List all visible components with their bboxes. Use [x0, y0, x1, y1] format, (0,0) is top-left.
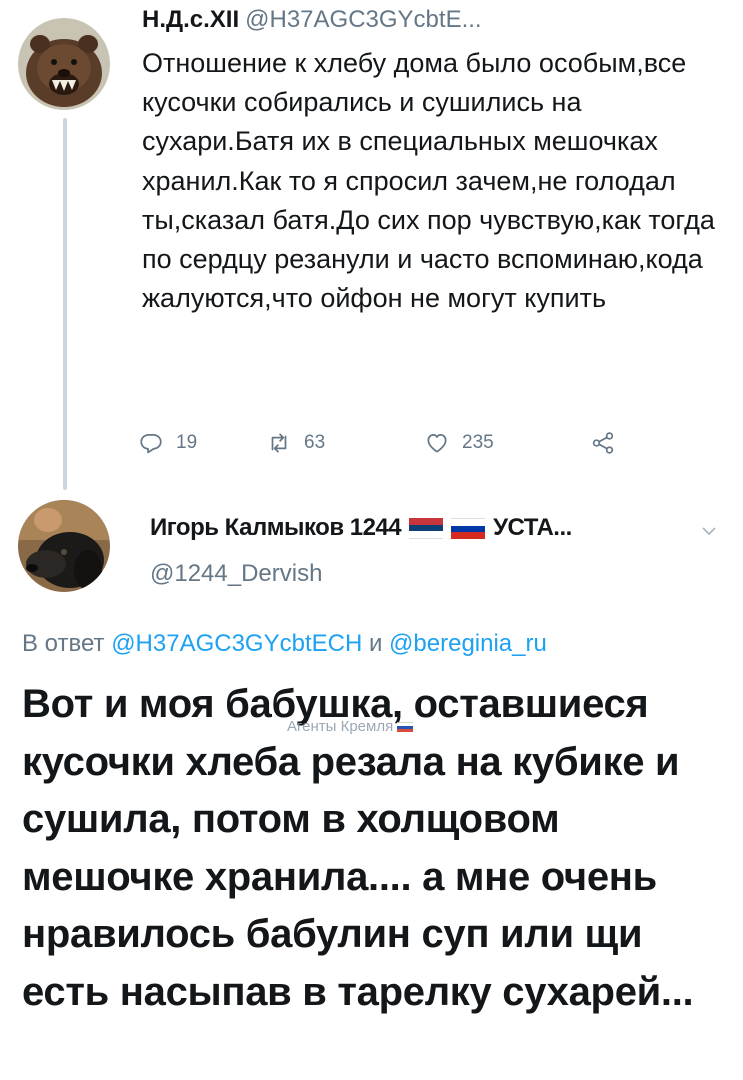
- retweet-icon: [271, 433, 287, 453]
- avatar-dog[interactable]: [18, 500, 110, 592]
- avatar-bear[interactable]: [18, 18, 110, 110]
- watermark: Агенты Кремля: [287, 718, 414, 735]
- tweet1-text: Отношение к хлебу дома было особым,все к…: [142, 48, 715, 314]
- dog-avatar-image: [18, 500, 110, 592]
- tweet1-author-name[interactable]: Н.Д.с.XII: [142, 6, 239, 33]
- reply-icon: [140, 434, 162, 454]
- share-icon: [592, 432, 614, 454]
- replying-and: и: [368, 630, 383, 657]
- like-button[interactable]: 235: [424, 430, 494, 456]
- like-icon: [427, 434, 447, 453]
- thread-connector-line: [63, 118, 67, 490]
- retweet-count: 63: [304, 432, 326, 453]
- bear-avatar-image: [18, 18, 110, 110]
- tweet2-author-name-suffix: УСТА...: [493, 514, 572, 541]
- share-button[interactable]: [590, 430, 616, 456]
- replying-to-line: В ответ @H37AGC3GYcbtECH и @bereginia_ru: [22, 630, 547, 658]
- tweet2-author-handle[interactable]: @1244_Dervish: [150, 560, 322, 588]
- tweet1-author-handle[interactable]: @H37AGC3GYcbtE...: [245, 6, 481, 33]
- tweet2-header[interactable]: Игорь Калмыков 1244 УСТА...: [150, 514, 572, 542]
- tweet1-actions: 19 63 235: [138, 430, 658, 470]
- chevron-down-icon[interactable]: [700, 522, 718, 540]
- replying-prefix: В ответ: [22, 630, 105, 657]
- retweet-button[interactable]: 63: [266, 430, 325, 456]
- watermark-text: Агенты Кремля: [287, 718, 394, 735]
- tweet2-author-name: Игорь Калмыков 1244: [150, 514, 402, 541]
- replying-user-link-2[interactable]: @bereginia_ru: [389, 630, 547, 657]
- russia-flag-icon: [397, 721, 414, 733]
- russia-flag-icon: [451, 518, 486, 539]
- reply-count: 19: [176, 432, 198, 453]
- replying-user-link-1[interactable]: @H37AGC3GYcbtECH: [111, 630, 362, 657]
- tweet1-header: Н.Д.с.XII @H37AGC3GYcbtE...: [142, 6, 482, 34]
- reply-button[interactable]: 19: [138, 430, 197, 456]
- like-count: 235: [462, 432, 494, 453]
- serbia-flag-icon: [409, 518, 444, 539]
